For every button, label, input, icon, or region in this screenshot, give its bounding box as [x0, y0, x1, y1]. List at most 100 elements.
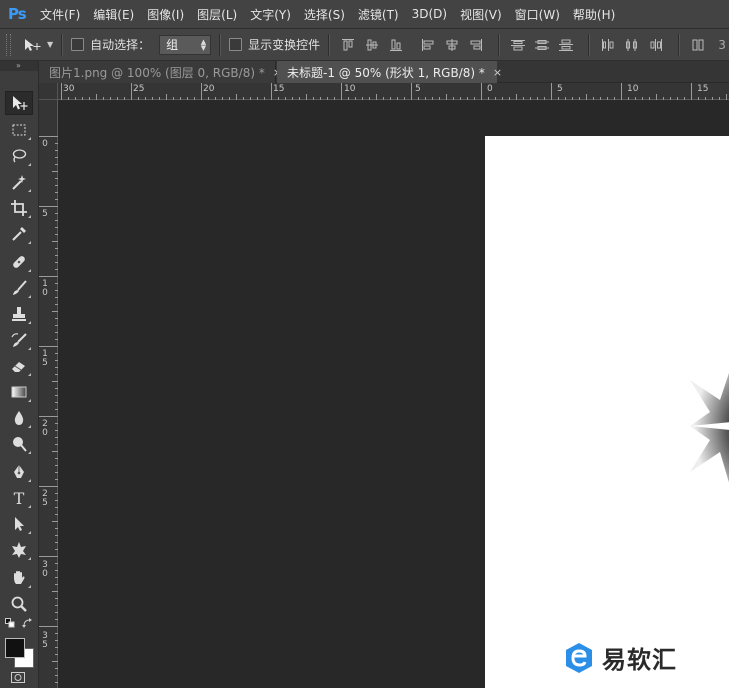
- document-canvas[interactable]: [485, 136, 729, 688]
- dodge-icon: [13, 437, 27, 452]
- foreground-color-swatch[interactable]: [5, 638, 25, 658]
- ruler-label: 5: [42, 209, 48, 219]
- lasso-tool[interactable]: [5, 144, 33, 168]
- align-vcenter-icon: [366, 39, 379, 50]
- star-shape-layer[interactable]: [680, 362, 729, 502]
- align-horizontal-centers-button[interactable]: [442, 36, 462, 54]
- ruler-label: 25: [42, 489, 48, 508]
- show-transform-label: 显示变换控件: [248, 38, 321, 52]
- hand-tool[interactable]: [5, 566, 33, 590]
- menu-type[interactable]: 文字(Y): [250, 6, 291, 23]
- type-tool[interactable]: T: [5, 486, 33, 510]
- ruler-origin[interactable]: [39, 83, 58, 100]
- default-colors-icon[interactable]: [5, 618, 15, 628]
- options-grip[interactable]: [6, 33, 11, 56]
- auto-align-icon: [692, 39, 704, 50]
- ruler-label: 30: [42, 560, 48, 579]
- move-tool[interactable]: [5, 91, 33, 115]
- crop-icon: [11, 200, 27, 216]
- tool-preset-picker[interactable]: ▼: [23, 38, 53, 52]
- menu-filter[interactable]: 滤镜(T): [358, 6, 399, 23]
- eyedropper-icon: [12, 227, 26, 241]
- blur-tool[interactable]: [5, 406, 33, 430]
- align-right-edges-button[interactable]: [466, 36, 486, 54]
- horizontal-ruler[interactable]: 30 25 20 15 10 5 0 5 10 15: [58, 83, 729, 100]
- tab-document-1[interactable]: 图片1.png @ 100% (图层 0, RGB/8) * ×: [39, 61, 282, 83]
- menu-select[interactable]: 选择(S): [304, 6, 345, 23]
- distribute-right-button[interactable]: [646, 36, 666, 54]
- eyedropper-tool[interactable]: [5, 222, 33, 246]
- gradient-tool[interactable]: [5, 380, 33, 404]
- quick-mask-icon[interactable]: [11, 672, 25, 683]
- shape-icon: [12, 542, 26, 558]
- dodge-tool[interactable]: [5, 432, 33, 456]
- move-icon: [13, 96, 28, 110]
- pen-icon: [14, 465, 24, 478]
- stamp-icon: [12, 307, 26, 321]
- ruler-label: 0: [487, 84, 493, 94]
- menu-image[interactable]: 图像(I): [147, 6, 184, 23]
- type-icon: T: [13, 488, 25, 508]
- drop-icon: [14, 411, 24, 425]
- menu-3d[interactable]: 3D(D): [412, 7, 447, 21]
- align-left-edges-button[interactable]: [418, 36, 438, 54]
- distribute-bottom-icon: [559, 39, 574, 51]
- tab-label: 图片1.png @ 100% (图层 0, RGB/8) *: [49, 65, 265, 80]
- watermark-text: 易软汇: [602, 646, 677, 674]
- magic-wand-tool[interactable]: [5, 170, 33, 194]
- pen-tool[interactable]: [5, 460, 33, 484]
- watermark-logo: [566, 642, 592, 673]
- shape-tool[interactable]: [5, 538, 33, 562]
- hand-icon: [14, 571, 25, 584]
- distribute-vcenter-button[interactable]: [532, 36, 552, 54]
- align-top-icon: [342, 38, 355, 50]
- auto-align-button[interactable]: [688, 36, 708, 54]
- brush-tool[interactable]: [5, 276, 33, 300]
- move-icon: [25, 38, 41, 51]
- distribute-hcenter-button[interactable]: [622, 36, 642, 54]
- distribute-hcenter-icon: [626, 38, 638, 51]
- path-select-tool[interactable]: [5, 512, 33, 536]
- auto-select-checkbox[interactable]: [71, 38, 85, 51]
- gradient-icon: [11, 386, 27, 398]
- double-chevron-icon: »: [16, 61, 22, 70]
- menu-layer[interactable]: 图层(L): [197, 6, 237, 23]
- distribute-bottom-button[interactable]: [556, 36, 576, 54]
- ruler-label: 10: [344, 84, 356, 94]
- zoom-icon: [11, 596, 27, 612]
- align-top-edges-button[interactable]: [338, 36, 358, 54]
- vertical-ruler[interactable]: 0 5 10 15 20 25 30 35: [39, 100, 58, 688]
- distribute-left-button[interactable]: [598, 36, 618, 54]
- ruler-label: 35: [42, 631, 48, 650]
- toolbox-collapse-handle[interactable]: »: [0, 61, 38, 71]
- show-transform-checkbox[interactable]: [229, 38, 243, 51]
- align-vertical-centers-button[interactable]: [362, 36, 382, 54]
- history-brush-tool[interactable]: [5, 328, 33, 352]
- menu-window[interactable]: 窗口(W): [515, 6, 560, 23]
- distribute-top-button[interactable]: [508, 36, 528, 54]
- menu-file[interactable]: 文件(F): [40, 6, 80, 23]
- align-bottom-edges-button[interactable]: [386, 36, 406, 54]
- ruler-label: 5: [415, 84, 421, 94]
- healing-tool[interactable]: [5, 250, 33, 274]
- close-icon[interactable]: ×: [493, 66, 502, 79]
- menu-edit[interactable]: 编辑(E): [93, 6, 134, 23]
- divider: [498, 33, 501, 56]
- align-bottom-icon: [390, 39, 403, 51]
- divider: [61, 33, 64, 56]
- document-tab-bar: 图片1.png @ 100% (图层 0, RGB/8) * × 未标题-1 @…: [39, 61, 729, 83]
- vertical-ruler-ticks: [39, 136, 58, 683]
- menu-view[interactable]: 视图(V): [460, 6, 502, 23]
- crop-tool[interactable]: [5, 196, 33, 220]
- swap-colors-icon[interactable]: [22, 618, 33, 628]
- align-right-icon: [470, 38, 483, 51]
- zoom-tool[interactable]: [5, 592, 33, 616]
- chevron-down-icon: ▼: [47, 40, 54, 49]
- marquee-tool[interactable]: [5, 118, 33, 142]
- eraser-tool[interactable]: [5, 354, 33, 378]
- distribute-left-icon: [602, 38, 614, 51]
- auto-select-dropdown[interactable]: 组 ▲ ▼: [159, 34, 212, 55]
- tab-document-2[interactable]: 未标题-1 @ 50% (形状 1, RGB/8) * ×: [277, 61, 502, 83]
- menu-help[interactable]: 帮助(H): [573, 6, 615, 23]
- stamp-tool[interactable]: [5, 302, 33, 326]
